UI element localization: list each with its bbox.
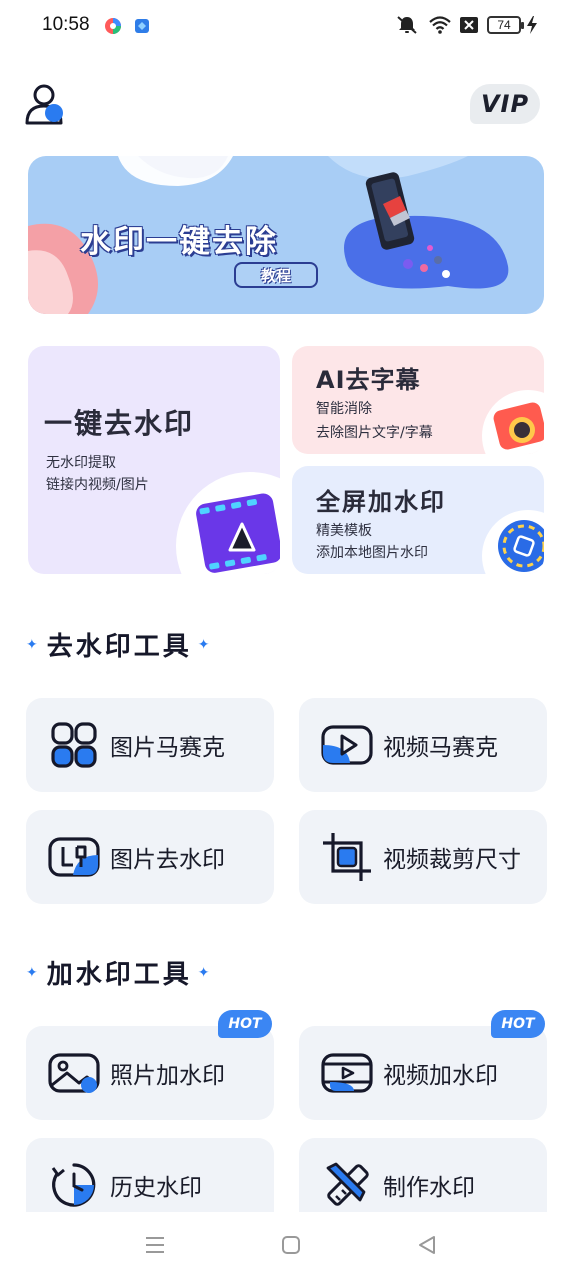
feature-title: 全屏加水印 [316, 488, 446, 516]
feature-subtitle-1: 智能消除 [316, 401, 372, 417]
feature-subtitle-1: 精美模板 [316, 523, 372, 539]
section-title-remove-tools: ✦ 去水印工具 ✦ [26, 626, 218, 663]
feature-title: 一键去水印 [44, 407, 195, 440]
video-icon [319, 1045, 375, 1101]
camera-icon [482, 390, 544, 454]
feature-card-ai-subtitle[interactable]: AI去字幕 智能消除 去除图片文字/字幕 [292, 346, 544, 454]
sim-x-icon [460, 17, 478, 33]
wifi-icon [429, 16, 451, 34]
section-title-add-tools: ✦ 加水印工具 ✦ [26, 954, 218, 991]
tool-video-mosaic[interactable]: 视频马赛克 [299, 698, 547, 792]
grid-icon [46, 717, 102, 773]
tool-label: 视频马赛克 [383, 735, 498, 761]
history-icon [46, 1157, 102, 1213]
sparkle-icon: ✦ [26, 964, 41, 981]
feature-card-remove-watermark[interactable]: 一键去水印 无水印提取 链接内视频/图片 [28, 346, 280, 574]
crop-icon [319, 829, 375, 885]
tool-video-crop[interactable]: 视频裁剪尺寸 [299, 810, 547, 904]
back-nav-icon[interactable] [416, 1234, 438, 1256]
tool-photo-add-watermark[interactable]: 照片加水印 [26, 1026, 274, 1120]
watermark-badge-icon [482, 510, 544, 574]
status-time: 10:58 [42, 14, 90, 35]
banner-title: 水印一键去除 [80, 224, 278, 260]
feature-card-fullscreen-watermark[interactable]: 全屏加水印 精美模板 添加本地图片水印 [292, 466, 544, 574]
tutorial-button[interactable]: 教程 [234, 262, 318, 288]
tool-label: 视频裁剪尺寸 [383, 847, 521, 873]
tool-label: 视频加水印 [383, 1063, 498, 1089]
mute-bell-icon [397, 16, 417, 34]
image-icon [46, 1045, 102, 1101]
tool-label: 图片去水印 [110, 847, 225, 873]
charging-icon [527, 16, 537, 34]
feature-subtitle-1: 无水印提取 [46, 455, 116, 471]
feature-subtitle-2: 添加本地图片水印 [316, 545, 428, 561]
tool-label: 图片马赛克 [110, 735, 225, 761]
feature-title: AI去字幕 [316, 366, 421, 394]
vip-button[interactable]: VIP [470, 84, 540, 124]
tool-label: 照片加水印 [110, 1063, 225, 1089]
section-title-text: 去水印工具 [46, 632, 192, 662]
tutorial-banner[interactable]: 水印一键去除 教程 [28, 156, 544, 314]
tool-label: 历史水印 [110, 1175, 202, 1201]
tool-video-add-watermark[interactable]: 视频加水印 [299, 1026, 547, 1120]
feature-subtitle-2: 链接内视频/图片 [46, 477, 149, 493]
section-title-text: 加水印工具 [46, 960, 192, 990]
video-film-icon [176, 472, 280, 574]
sparkle-icon: ✦ [197, 636, 213, 653]
user-profile-icon[interactable] [24, 82, 68, 126]
tool-label: 制作水印 [383, 1175, 475, 1201]
system-nav-bar [0, 1212, 572, 1280]
battery-indicator: 74 [487, 16, 524, 34]
home-nav-icon[interactable] [280, 1234, 302, 1256]
sparkle-icon: ✦ [197, 964, 213, 981]
tool-image-remove-watermark[interactable]: 图片去水印 [26, 810, 274, 904]
app-notification-icon-2 [135, 19, 149, 33]
hot-badge: HOT [491, 1010, 545, 1038]
sparkle-icon: ✦ [26, 636, 41, 653]
hot-badge: HOT [218, 1010, 272, 1038]
feature-subtitle-2: 去除图片文字/字幕 [316, 425, 433, 441]
status-bar: 10:58 74 [0, 0, 572, 52]
stamp-icon [46, 829, 102, 885]
app-notification-icon [105, 18, 121, 34]
play-icon [319, 717, 375, 773]
tool-image-mosaic[interactable]: 图片马赛克 [26, 698, 274, 792]
menu-nav-icon[interactable] [144, 1234, 166, 1256]
pencil-ruler-icon [319, 1157, 375, 1213]
